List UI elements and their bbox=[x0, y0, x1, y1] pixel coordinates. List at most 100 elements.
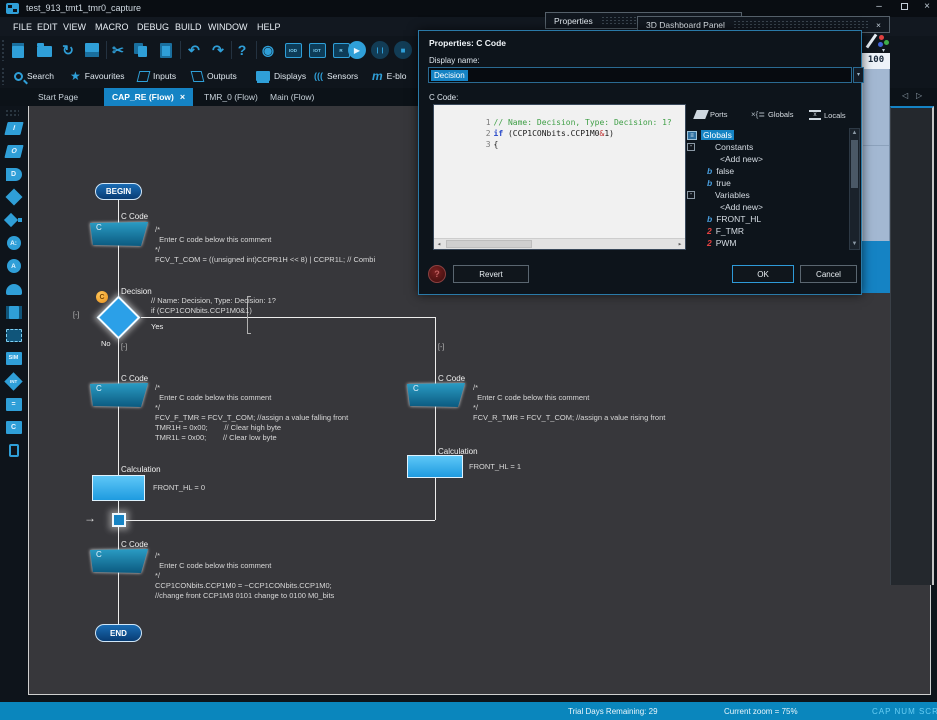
redo-icon[interactable]: ↷ bbox=[207, 39, 229, 61]
panel-slider-fill[interactable] bbox=[862, 241, 890, 293]
tab-main-flow[interactable]: Main (Flow) bbox=[262, 88, 322, 106]
collapse-toggle[interactable]: [-] bbox=[438, 344, 444, 351]
tree-item-constants[interactable]: - Constants bbox=[687, 141, 753, 153]
menu-file[interactable]: FILE bbox=[13, 22, 32, 32]
palette-connection-icon[interactable]: A: bbox=[4, 235, 23, 251]
dashboard-close-icon[interactable]: × bbox=[876, 20, 881, 30]
displays-group[interactable]: Displays bbox=[256, 68, 306, 84]
minimize-button[interactable]: – bbox=[871, 1, 887, 13]
collapse-box-icon[interactable]: - bbox=[687, 191, 695, 199]
reload-icon[interactable]: ↻ bbox=[57, 39, 79, 61]
scroll-left-icon[interactable]: ◂ bbox=[434, 239, 444, 249]
search-group[interactable]: Search bbox=[14, 68, 54, 84]
palette-input-icon[interactable]: I bbox=[4, 120, 23, 136]
dialog-help-icon[interactable]: ? bbox=[428, 265, 446, 283]
end-block[interactable]: END bbox=[95, 624, 142, 642]
pause-icon[interactable]: ❙❙ bbox=[369, 39, 391, 61]
paste-icon[interactable] bbox=[155, 39, 177, 61]
tree-item-add-constant[interactable]: <Add new> bbox=[720, 153, 763, 165]
toolbar-grip[interactable] bbox=[1, 67, 6, 85]
scrollbar-thumb[interactable] bbox=[446, 240, 532, 248]
tab-ports[interactable]: Ports bbox=[695, 110, 728, 119]
editor-horizontal-scrollbar[interactable]: ◂ ▸ bbox=[434, 238, 685, 249]
help-icon[interactable]: ? bbox=[231, 39, 253, 61]
tree-item-front-hl[interactable]: b FRONT_HL bbox=[707, 213, 761, 225]
tree-root-globals[interactable]: ≡ Globals bbox=[687, 129, 734, 141]
toolbar-grip[interactable] bbox=[1, 39, 6, 61]
palette-interrupt-icon[interactable]: INT bbox=[4, 373, 23, 389]
collapse-toggle[interactable]: [-] bbox=[73, 312, 79, 319]
begin-block[interactable]: BEGIN bbox=[95, 183, 142, 200]
collapse-toggle[interactable]: [-] bbox=[121, 344, 127, 351]
palette-output-icon[interactable]: O bbox=[4, 143, 23, 159]
palette-switch-icon[interactable] bbox=[4, 212, 23, 228]
palette-sim-macro-icon[interactable]: SIM bbox=[4, 350, 23, 366]
palette-goto-icon[interactable]: A bbox=[4, 258, 23, 274]
c-code-block-right[interactable]: C bbox=[407, 383, 465, 407]
calculation-block-left[interactable] bbox=[92, 475, 145, 501]
tree-item-add-variable[interactable]: <Add new> bbox=[720, 201, 763, 213]
sensors-group[interactable]: ((( Sensors bbox=[314, 68, 358, 84]
display-name-input[interactable]: Decision bbox=[428, 67, 852, 83]
cancel-button[interactable]: Cancel bbox=[800, 265, 857, 283]
open-file-icon[interactable] bbox=[33, 39, 55, 61]
tab-start-page[interactable]: Start Page bbox=[30, 88, 86, 106]
copy-icon[interactable] bbox=[130, 39, 152, 61]
ok-button[interactable]: OK bbox=[732, 265, 794, 283]
palette-comment-icon[interactable] bbox=[4, 327, 23, 343]
chip-io-test-icon[interactable]: IOT bbox=[306, 39, 328, 61]
tab-globals[interactable]: ×{≣ Globals bbox=[751, 110, 793, 119]
stop-icon[interactable]: ■ bbox=[392, 39, 414, 61]
palette-delay-icon[interactable]: D bbox=[4, 166, 23, 182]
run-icon[interactable]: ▶ bbox=[346, 39, 368, 61]
close-button[interactable]: × bbox=[919, 1, 935, 13]
palette-decision-icon[interactable] bbox=[4, 189, 23, 205]
tree-item-pwm[interactable]: 2 PWM bbox=[707, 237, 737, 249]
palette-calculation-icon[interactable]: = bbox=[4, 396, 23, 412]
tree-item-false[interactable]: b false bbox=[707, 165, 734, 177]
save-icon[interactable] bbox=[81, 39, 103, 61]
palette-c-code-icon[interactable]: C bbox=[4, 419, 23, 435]
panel-zoom-value[interactable]: 100 bbox=[862, 53, 890, 69]
palette-call-macro-icon[interactable] bbox=[4, 304, 23, 320]
undo-icon[interactable]: ↶ bbox=[183, 39, 205, 61]
eblocks-group[interactable]: m E-blo bbox=[372, 68, 407, 84]
tab-close-icon[interactable]: × bbox=[180, 92, 185, 102]
outputs-group[interactable]: Outputs bbox=[192, 68, 237, 84]
scroll-right-icon[interactable]: ▸ bbox=[675, 239, 685, 249]
tree-item-true[interactable]: b true bbox=[707, 177, 731, 189]
tab-scroll-left-icon[interactable]: ◁ bbox=[902, 91, 908, 100]
calculation-block-right[interactable] bbox=[407, 455, 463, 478]
menu-window[interactable]: WINDOW bbox=[208, 22, 248, 32]
cut-icon[interactable]: ✂ bbox=[107, 39, 129, 61]
menu-help[interactable]: HELP bbox=[257, 22, 281, 32]
favourites-group[interactable]: ★ Favourites bbox=[70, 68, 124, 84]
collapse-box-icon[interactable]: - bbox=[687, 143, 695, 151]
new-file-icon[interactable] bbox=[7, 39, 29, 61]
tree-scrollbar[interactable]: ▲ ▼ bbox=[849, 128, 860, 250]
scrollbar-thumb[interactable] bbox=[851, 140, 858, 188]
palette-grip[interactable] bbox=[5, 109, 19, 117]
palette-loop-icon[interactable] bbox=[4, 442, 23, 458]
tab-tmr-0-flow[interactable]: TMR_0 (Flow) bbox=[196, 88, 266, 106]
inputs-group[interactable]: Inputs bbox=[138, 68, 176, 84]
c-code-block-1[interactable]: C bbox=[90, 222, 148, 246]
maximize-button[interactable] bbox=[896, 1, 912, 13]
palette-macro-icon[interactable] bbox=[4, 281, 23, 297]
c-code-editor[interactable]: 1// Name: Decision, Type: Decision: 1? 2… bbox=[433, 104, 686, 250]
display-name-dropdown-icon[interactable]: ▾ bbox=[853, 67, 864, 83]
chip-io-debug-icon[interactable]: IOD bbox=[282, 39, 304, 61]
merge-junction[interactable] bbox=[112, 513, 126, 527]
tab-scroll-right-icon[interactable]: ▷ bbox=[916, 91, 922, 100]
menu-debug[interactable]: DEBUG bbox=[137, 22, 169, 32]
scroll-down-icon[interactable]: ▼ bbox=[850, 240, 859, 249]
tab-locals[interactable]: x Locals bbox=[809, 110, 846, 120]
tree-item-f-tmr[interactable]: 2 F_TMR bbox=[707, 225, 744, 237]
c-code-block-2[interactable]: C bbox=[90, 383, 148, 407]
menu-edit[interactable]: EDIT bbox=[37, 22, 58, 32]
menu-build[interactable]: BUILD bbox=[175, 22, 202, 32]
menu-view[interactable]: VIEW bbox=[63, 22, 86, 32]
panel-slider-track[interactable] bbox=[862, 69, 890, 241]
tab-cap-re-flow[interactable]: CAP_RE (Flow) × bbox=[104, 88, 193, 106]
scroll-up-icon[interactable]: ▲ bbox=[850, 129, 859, 138]
